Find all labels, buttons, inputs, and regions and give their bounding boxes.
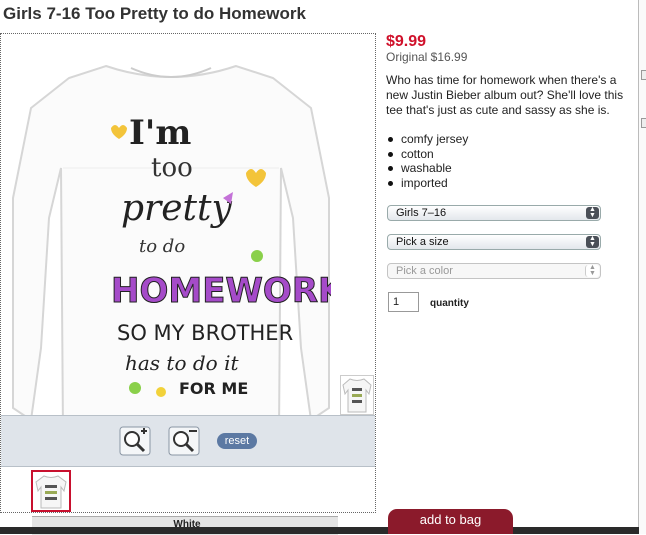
shirt-text-line: has to do it (125, 351, 239, 375)
color-select[interactable]: Pick a color ▲ ▼ (387, 263, 601, 279)
reset-zoom-button[interactable]: reset (217, 433, 257, 449)
original-price: Original $16.99 (386, 50, 468, 64)
quantity-input[interactable]: 1 (388, 292, 419, 312)
add-to-bag-button[interactable]: add to bag (388, 509, 513, 534)
product-title: Girls 7-16 Too Pretty to do Homework (3, 4, 306, 23)
product-image-panel: I'm too pretty to do HOMEWORK SO MY BROT… (0, 33, 376, 513)
shirt-text-line: to do (139, 236, 185, 257)
shirt-text-line: SO MY BROTHER (117, 321, 293, 345)
footer-strip (0, 527, 388, 534)
scroll-marker (641, 118, 646, 128)
feature-item: imported (386, 176, 468, 191)
zoom-out-icon (168, 426, 200, 456)
chevron-updown-icon: ▲ ▼ (586, 235, 599, 248)
shirt-text-line: FOR ME (179, 379, 248, 398)
footer-strip (513, 527, 639, 534)
feature-item: cotton (386, 147, 468, 162)
shirt-thumbnail-icon (342, 378, 372, 413)
feature-item: washable (386, 161, 468, 176)
shirt-text-line: pretty (121, 188, 232, 229)
size-select[interactable]: Pick a size ▲ ▼ (387, 234, 601, 250)
zoom-in-icon (119, 426, 151, 456)
chevron-updown-icon: ▲ ▼ (585, 264, 599, 277)
sale-price: $9.99 (386, 33, 427, 50)
shirt-text-line: I'm (129, 113, 191, 153)
quantity-label: quantity (430, 298, 469, 309)
shirt-text-line: too (151, 153, 193, 183)
product-image[interactable]: I'm too pretty to do HOMEWORK SO MY BROT… (11, 48, 331, 432)
shirt-text-line: HOMEWORK (111, 271, 331, 311)
zoom-toolbar: reset (1, 415, 375, 467)
chevron-updown-icon: ▲ ▼ (586, 206, 599, 219)
size-range-value: Girls 7–16 (396, 207, 447, 219)
size-value: Pick a size (396, 236, 449, 248)
product-description: Who has time for homework when there's a… (386, 73, 624, 117)
feature-item: comfy jersey (386, 132, 468, 147)
shirt-thumbnail-icon (35, 475, 67, 509)
size-range-select[interactable]: Girls 7–16 ▲ ▼ (387, 205, 601, 221)
alt-view-thumbnail[interactable] (340, 375, 374, 415)
color-value: Pick a color (396, 265, 453, 277)
zoom-out-button[interactable] (168, 426, 200, 456)
scrollbar[interactable] (638, 0, 646, 534)
feature-list: comfy jersey cotton washable imported (386, 132, 468, 190)
selected-thumbnail[interactable] (31, 470, 71, 512)
zoom-in-button[interactable] (119, 426, 151, 456)
scroll-marker (641, 70, 646, 80)
